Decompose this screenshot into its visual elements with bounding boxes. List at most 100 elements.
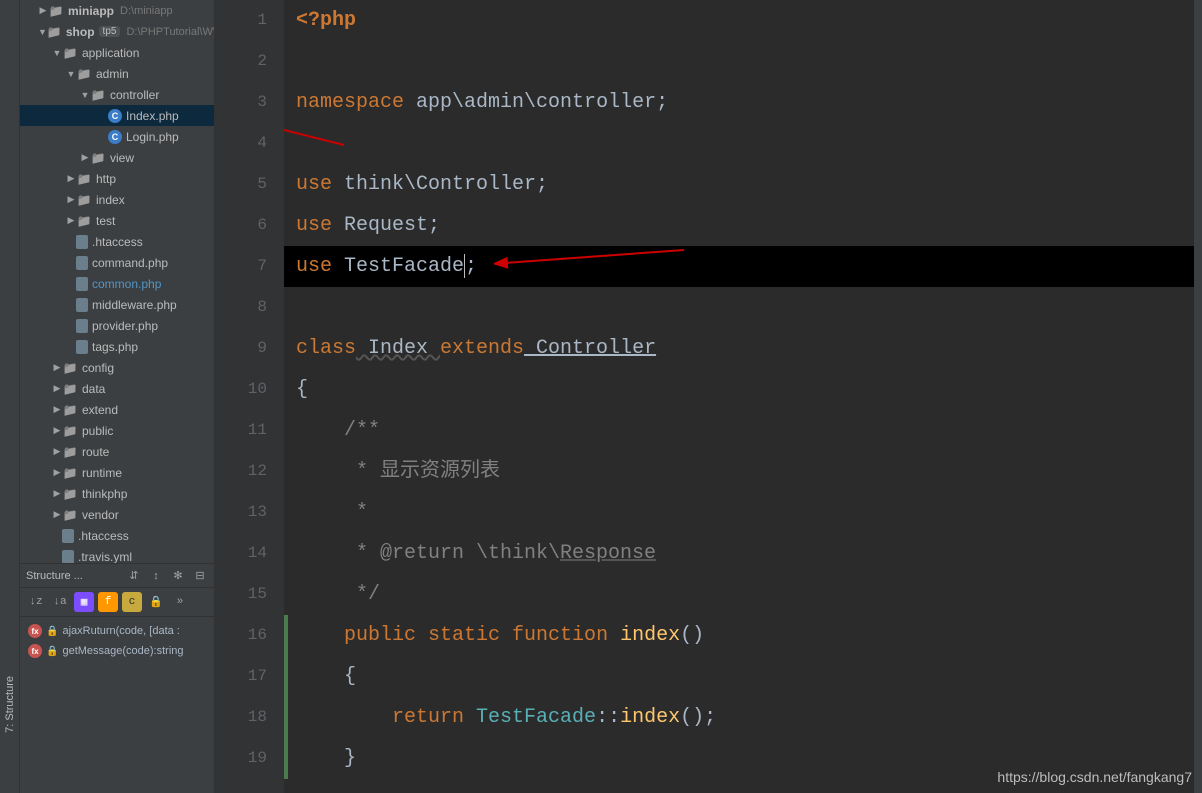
code-line: { [284,656,1202,697]
chevron-down-icon: ▼ [38,27,47,37]
gear-icon[interactable]: ✻ [170,568,186,584]
code-line: class Index extends Controller [284,328,1202,369]
tree-folder-view[interactable]: ▶ view [20,147,214,168]
line-number: 8 [214,287,267,328]
lock-icon: 🔒 [46,646,58,657]
php-class-icon [108,130,122,144]
line-number: 7 [214,246,267,287]
sort-alpha-button[interactable]: ↓z [26,592,46,612]
tree-folder-data[interactable]: ▶ data [20,378,214,399]
structure-function-item[interactable]: 🔒 ajaxRuturn(code, [data : [24,621,210,641]
code-area[interactable]: <?php namespace app\admin\controller; us… [284,0,1202,793]
tree-label: Login.php [126,130,179,144]
tree-file-htaccess-root[interactable]: .htaccess [20,525,214,546]
code-line: public static function index() [284,615,1202,656]
tree-label: config [82,361,114,375]
code-line [284,287,1202,328]
path-hint: D:\PHPTutorial\WW [126,26,214,38]
structure-header: Structure ... ⇵ ↕ ✻ ⊟ [20,564,214,588]
tree-file-tags-php[interactable]: tags.php [20,336,214,357]
tree-folder-config[interactable]: ▶ config [20,357,214,378]
tree-label: admin [96,67,129,81]
code-line: use think\Controller; [284,164,1202,205]
tree-folder-route[interactable]: ▶ route [20,441,214,462]
function-icon [28,644,42,658]
folder-icon [62,444,78,460]
lock-icon: 🔒 [46,626,58,637]
tree-file-login-php[interactable]: Login.php [20,126,214,147]
line-number: 17 [214,656,267,697]
tree-folder-runtime[interactable]: ▶ runtime [20,462,214,483]
tree-file-provider-php[interactable]: provider.php [20,315,214,336]
tree-file-index-php[interactable]: Index.php [20,105,214,126]
folder-icon [76,192,92,208]
tree-label: index [96,193,125,207]
chevron-right-icon: ▶ [52,488,62,499]
sort-visibility-button[interactable]: ↓a [50,592,70,612]
line-number: 12 [214,451,267,492]
line-number: 14 [214,533,267,574]
folder-icon [47,24,62,40]
line-number: 2 [214,41,267,82]
code-editor[interactable]: 1 2 3 4 5 6 7 8 9 10 11 12 13 14 15 16 1… [214,0,1202,793]
structure-panel: Structure ... ⇵ ↕ ✻ ⊟ ↓z ↓a ▦ f c 🔒 » [20,563,214,793]
chevron-right-icon: ▶ [52,446,62,457]
tree-label: middleware.php [92,298,177,312]
tree-label: view [110,151,134,165]
show-inherited-button[interactable]: 🔒 [146,592,166,612]
collapse-icon[interactable]: ↕ [148,568,164,584]
folder-icon [62,45,78,61]
code-line: <?php [284,0,1202,41]
chevron-right-icon: ▶ [80,152,90,163]
code-line: * @return \think\Response [284,533,1202,574]
code-line: * 显示资源列表 [284,451,1202,492]
tree-label: runtime [82,466,122,480]
tree-folder-test[interactable]: ▶ test [20,210,214,231]
tree-folder-http[interactable]: ▶ http [20,168,214,189]
tree-project-shop[interactable]: ▼ shop tp5 D:\PHPTutorial\WW [20,21,214,42]
watermark: https://blog.csdn.net/fangkang7 [997,769,1192,785]
line-gutter[interactable]: 1 2 3 4 5 6 7 8 9 10 11 12 13 14 15 16 1… [214,0,284,793]
show-fields-button[interactable]: ▦ [74,592,94,612]
path-hint: D:\miniapp [120,5,173,17]
code-line: */ [284,574,1202,615]
tree-folder-index[interactable]: ▶ index [20,189,214,210]
folder-icon [76,66,92,82]
structure-title: Structure ... [26,570,126,582]
tree-folder-admin[interactable]: ▼ admin [20,63,214,84]
php-file-icon [76,256,88,270]
php-file-icon [76,277,88,291]
structure-function-item[interactable]: 🔒 getMessage(code):string [24,641,210,661]
tree-label: http [96,172,116,186]
tree-folder-extend[interactable]: ▶ extend [20,399,214,420]
project-tree[interactable]: ▶ miniapp D:\miniapp ▼ shop tp5 D:\PHPTu… [20,0,214,563]
tree-file-middleware-php[interactable]: middleware.php [20,294,214,315]
vertical-tool-tab[interactable]: 7: Structure [0,0,20,793]
expand-icon[interactable]: ⇵ [126,568,142,584]
tree-file-htaccess[interactable]: .htaccess [20,231,214,252]
chevron-right-icon: ▶ [52,509,62,520]
show-methods-button[interactable]: f [98,592,118,612]
tree-folder-vendor[interactable]: ▶ vendor [20,504,214,525]
tree-label: public [82,424,113,438]
code-line-current: use TestFacade; [284,246,1202,287]
tree-project-miniapp[interactable]: ▶ miniapp D:\miniapp [20,0,214,21]
tree-file-command-php[interactable]: command.php [20,252,214,273]
editor-scrollbar[interactable] [1194,0,1202,793]
file-icon [62,550,74,564]
line-number: 15 [214,574,267,615]
tree-folder-controller[interactable]: ▼ controller [20,84,214,105]
tree-file-common-php[interactable]: common.php [20,273,214,294]
chevron-right-icon: ▶ [38,5,48,16]
php-file-icon [76,319,88,333]
show-constants-button[interactable]: c [122,592,142,612]
tree-folder-public[interactable]: ▶ public [20,420,214,441]
folder-icon [62,381,78,397]
autoscroll-button[interactable]: » [170,592,190,612]
tree-folder-application[interactable]: ▼ application [20,42,214,63]
tree-folder-thinkphp[interactable]: ▶ thinkphp [20,483,214,504]
tree-file-travis[interactable]: .travis.yml [20,546,214,563]
folder-icon [90,150,106,166]
tree-label: Index.php [126,109,179,123]
hide-icon[interactable]: ⊟ [192,568,208,584]
